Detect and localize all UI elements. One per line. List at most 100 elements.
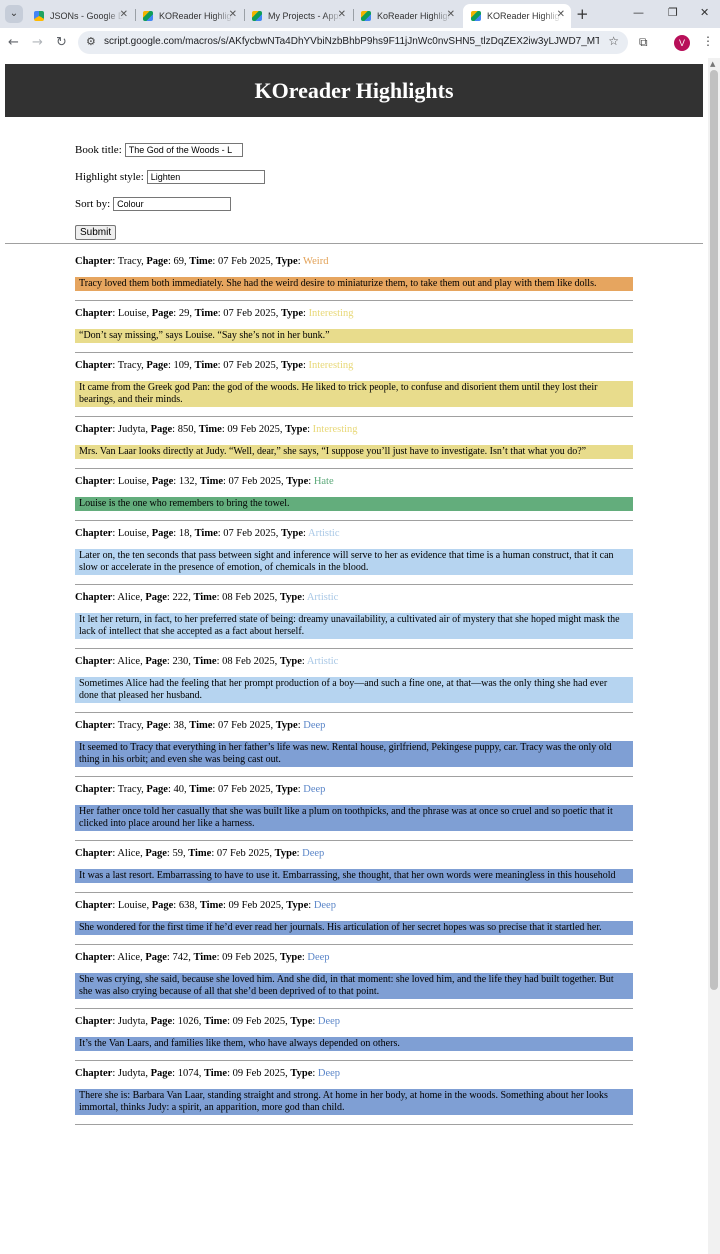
- chapter-label: Chapter: [75, 592, 113, 603]
- time-value: 08 Feb 2025: [222, 656, 275, 667]
- menu-kebab-icon[interactable]: ⋮: [702, 34, 714, 48]
- page-value: 18: [178, 528, 190, 539]
- tab-title: KOReader Highlights: [159, 11, 233, 21]
- time-value: 08 Feb 2025: [222, 592, 275, 603]
- submit-button[interactable]: Submit: [75, 224, 117, 240]
- restore-icon[interactable]: ❐: [668, 6, 678, 19]
- url-text[interactable]: script.google.com/macros/s/AKfycbwNTa4Dh…: [104, 36, 599, 47]
- page-label: Page: [146, 720, 168, 731]
- type-value: Weird: [303, 256, 329, 267]
- page-value: 109: [173, 360, 190, 371]
- chapter-value: Alice: [117, 848, 141, 859]
- highlight-text: She was crying, she said, because she lo…: [75, 973, 633, 999]
- filter-form: Book title: Highlight style: Sort by: Su…: [75, 136, 265, 244]
- type-value: Interesting: [308, 360, 354, 371]
- page-label: Page: [146, 360, 168, 371]
- time-value: 07 Feb 2025: [216, 848, 270, 859]
- type-value: Deep: [302, 848, 325, 859]
- time-value: 09 Feb 2025: [232, 1016, 286, 1027]
- chapter-label: Chapter: [75, 424, 113, 435]
- scrollbar-thumb[interactable]: [710, 70, 718, 990]
- highlight-entry: Chapter: Tracy, Page: 38, Time: 07 Feb 2…: [75, 715, 633, 777]
- forward-icon[interactable]: →: [32, 35, 43, 51]
- close-tab-icon[interactable]: ✕: [338, 9, 346, 20]
- page-label: Page: [150, 1068, 173, 1079]
- drive-icon: [34, 11, 44, 21]
- highlight-meta: Chapter: Tracy, Page: 109, Time: 07 Feb …: [75, 360, 354, 371]
- close-window-icon[interactable]: ✕: [700, 6, 709, 19]
- time-value: 09 Feb 2025: [222, 952, 275, 963]
- highlight-entry: Chapter: Judyta, Page: 1026, Time: 09 Fe…: [75, 1011, 633, 1061]
- page-scrollbar[interactable]: ▲: [708, 58, 720, 1254]
- new-tab-icon[interactable]: +: [576, 5, 589, 23]
- page-label: Page: [151, 308, 174, 319]
- chapter-label: Chapter: [75, 952, 113, 963]
- highlight-entry: Chapter: Louise, Page: 18, Time: 07 Feb …: [75, 523, 633, 585]
- chapter-label: Chapter: [75, 900, 113, 911]
- time-value: 09 Feb 2025: [227, 424, 280, 435]
- tab-title: KoReader Highlights: [377, 11, 451, 21]
- highlight-meta: Chapter: Louise, Page: 132, Time: 07 Feb…: [75, 476, 334, 487]
- close-tab-icon[interactable]: ✕: [120, 9, 128, 20]
- page-value: 29: [178, 308, 190, 319]
- tab-search-icon[interactable]: ⌄: [5, 5, 23, 23]
- browser-tab-3[interactable]: My Projects - Apps Script ✕: [244, 4, 352, 28]
- divider: [5, 243, 703, 244]
- back-icon[interactable]: ←: [8, 35, 19, 51]
- bookmark-star-icon[interactable]: ☆: [608, 34, 619, 48]
- highlight-meta: Chapter: Louise, Page: 638, Time: 09 Feb…: [75, 900, 336, 911]
- time-value: 09 Feb 2025: [228, 900, 282, 911]
- type-value: Deep: [317, 1016, 341, 1027]
- type-label: Type: [286, 476, 309, 487]
- highlight-text: Sometimes Alice had the feeling that her…: [75, 677, 633, 703]
- book-title-input[interactable]: [124, 142, 243, 157]
- browser-tab-4[interactable]: KoReader Highlights ✕: [353, 4, 461, 28]
- browser-tab-1[interactable]: JSONs - Google Drive ✕: [26, 4, 134, 28]
- time-label: Time: [193, 952, 217, 963]
- highlight-text: “Don’t say missing,” says Louise. “Say s…: [75, 329, 633, 343]
- type-value: Artistic: [307, 528, 340, 539]
- close-tab-icon[interactable]: ✕: [557, 9, 565, 20]
- reload-icon[interactable]: ↻: [56, 35, 67, 51]
- tab-title: JSONs - Google Drive: [50, 11, 124, 21]
- close-tab-icon[interactable]: ✕: [447, 9, 455, 20]
- time-label: Time: [193, 592, 217, 603]
- time-label: Time: [199, 476, 223, 487]
- chapter-value: Alice: [117, 592, 141, 603]
- highlight-text: Mrs. Van Laar looks directly at Judy. “W…: [75, 445, 633, 459]
- address-bar[interactable]: ⚙ script.google.com/macros/s/AKfycbwNTa4…: [78, 31, 628, 54]
- page-label: Page: [145, 592, 167, 603]
- type-label: Type: [285, 424, 308, 435]
- type-label: Type: [281, 308, 304, 319]
- site-info-icon[interactable]: ⚙: [86, 35, 96, 48]
- time-label: Time: [188, 848, 212, 859]
- page-value: 1026: [177, 1016, 199, 1027]
- highlight-style-input[interactable]: [146, 169, 265, 184]
- type-value: Artistic: [306, 656, 339, 667]
- type-label: Type: [290, 1016, 313, 1027]
- extensions-icon[interactable]: ⧉: [639, 35, 648, 50]
- highlight-style-label: Highlight style:: [75, 170, 144, 183]
- sort-by-input[interactable]: [113, 196, 232, 211]
- page-value: 59: [172, 848, 183, 859]
- page-label: Page: [150, 424, 173, 435]
- highlight-meta: Chapter: Alice, Page: 230, Time: 08 Feb …: [75, 656, 339, 667]
- chapter-value: Alice: [117, 656, 141, 667]
- chapter-value: Tracy: [117, 720, 142, 731]
- browser-tab-2[interactable]: KOReader Highlights ✕: [135, 4, 243, 28]
- page-value: 230: [172, 656, 189, 667]
- profile-avatar[interactable]: V: [674, 35, 690, 51]
- close-tab-icon[interactable]: ✕: [229, 9, 237, 20]
- highlight-text: It seemed to Tracy that everything in he…: [75, 741, 633, 767]
- chapter-value: Louise: [117, 528, 147, 539]
- scroll-up-icon[interactable]: ▲: [710, 60, 715, 68]
- browser-tab-active[interactable]: KOReader Highlights ✕: [463, 4, 571, 28]
- chapter-label: Chapter: [75, 656, 113, 667]
- tab-strip: ⌄ JSONs - Google Drive ✕ KOReader Highli…: [0, 0, 720, 28]
- highlight-text: She wondered for the first time if he’d …: [75, 921, 633, 935]
- type-value: Deep: [303, 720, 326, 731]
- time-label: Time: [198, 424, 222, 435]
- type-label: Type: [275, 256, 298, 267]
- highlight-entry: Chapter: Tracy, Page: 109, Time: 07 Feb …: [75, 355, 633, 417]
- minimize-icon[interactable]: —: [633, 6, 644, 19]
